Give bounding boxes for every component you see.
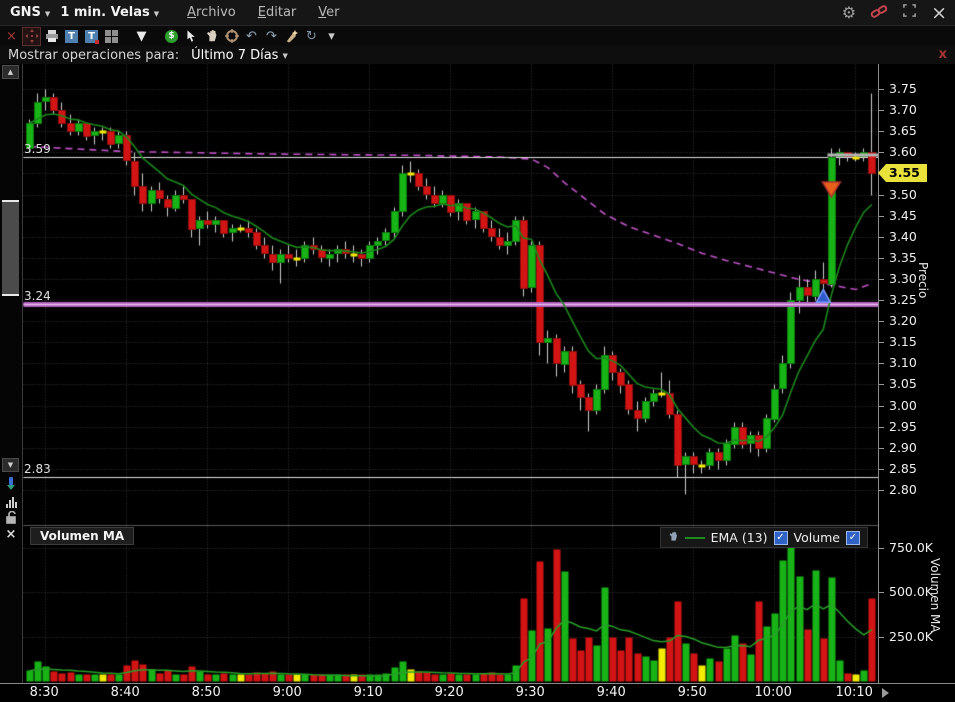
volume-tick-label: 500.0K xyxy=(879,584,933,599)
price-tick-label: 2.80 xyxy=(879,482,917,497)
time-tick-label: 9:40 xyxy=(596,685,626,700)
redo-icon[interactable]: ↷ xyxy=(263,28,280,45)
time-tick-label: 9:30 xyxy=(515,685,545,700)
hline-label-3.24: 3.24 xyxy=(24,289,51,304)
maximize-icon[interactable] xyxy=(902,3,917,22)
crosshair-target-icon[interactable] xyxy=(223,28,240,45)
chart-plot-area[interactable] xyxy=(22,64,879,683)
price-tag-arrow-icon xyxy=(878,164,886,183)
volume-tick-label: 250.0K xyxy=(879,629,933,644)
time-tick-label: 10:10 xyxy=(835,685,873,700)
time-tick-label: 9:10 xyxy=(353,685,383,700)
time-tick-label: 8:40 xyxy=(110,685,140,700)
refresh-dropdown-icon[interactable]: ▾ xyxy=(323,28,340,45)
volume-checkbox[interactable]: ✓ xyxy=(846,530,860,545)
settings-gear-icon[interactable]: ⚙ xyxy=(842,4,856,21)
timeframe-selector[interactable]: 1 min. Velas xyxy=(60,5,149,20)
legend-hand-icon[interactable] xyxy=(668,530,679,545)
price-tick-label: 3.05 xyxy=(879,376,917,391)
price-tick-label: 3.65 xyxy=(879,123,917,138)
price-alert-dollar-icon[interactable]: $ xyxy=(163,28,180,45)
pointer-tool-icon[interactable] xyxy=(183,28,200,45)
draw-dropdown-icon[interactable]: ▼ xyxy=(133,28,150,45)
paintbrush-icon[interactable] xyxy=(283,28,300,45)
symbol-selector[interactable]: GNS xyxy=(10,5,41,20)
text-note-icon[interactable]: T xyxy=(63,28,80,45)
price-tick-label: 3.45 xyxy=(879,208,917,223)
hline-label-3.59: 3.59 xyxy=(24,141,51,156)
symbol-caret-icon[interactable]: ▼ xyxy=(45,10,50,18)
volume-pane-title[interactable]: Volumen MA xyxy=(30,527,135,545)
current-price-tag: 3.55 xyxy=(878,164,927,183)
time-tick-label: 9:00 xyxy=(272,685,302,700)
time-tick-label: 8:50 xyxy=(191,685,221,700)
price-tick-label: 3.15 xyxy=(879,334,917,349)
price-tick-label: 3.35 xyxy=(879,250,917,265)
price-tag-value: 3.55 xyxy=(886,164,927,183)
time-axis: 8:30 8:40 8:50 9:00 9:10 9:20 9:30 9:40 9:50 10:0… xyxy=(0,684,955,702)
refresh-icon[interactable]: ↻ xyxy=(303,28,320,45)
menu-bar: Archivo Editar Ver xyxy=(187,5,339,20)
scroll-right-icon[interactable] xyxy=(882,688,889,698)
price-tick-label: 3.40 xyxy=(879,229,917,244)
time-tick-label: 9:50 xyxy=(677,685,707,700)
window-controls: ⚙ × xyxy=(842,3,947,23)
volume-histogram-icon[interactable] xyxy=(3,494,19,510)
filter-value-dropdown[interactable]: Último 7 Días xyxy=(191,48,278,63)
scroll-down-icon[interactable]: ▼ xyxy=(2,458,19,472)
remove-study-icon[interactable]: × xyxy=(3,28,20,45)
ema-checkbox[interactable]: ✓ xyxy=(773,530,788,545)
price-tick-label: 3.70 xyxy=(879,102,917,117)
price-tick-label: 2.90 xyxy=(879,440,917,455)
time-tick-label: 10:00 xyxy=(754,685,792,700)
filter-close-icon[interactable]: x xyxy=(939,47,947,62)
volume-legend-label: Volume xyxy=(793,530,841,545)
close-icon[interactable]: × xyxy=(931,3,947,22)
menu-ver[interactable]: Ver xyxy=(318,5,339,20)
menu-editar[interactable]: Editar xyxy=(258,5,297,20)
close-pane-icon[interactable]: × xyxy=(3,526,19,542)
volume-axis-title: Volumen MA xyxy=(928,558,942,633)
print-icon[interactable] xyxy=(43,28,60,45)
ema-legend-label: EMA (13) xyxy=(710,530,768,545)
volume-legend: EMA (13) ✓ Volume ✓ xyxy=(659,527,868,548)
price-tick-label: 3.75 xyxy=(879,81,917,96)
undo-icon[interactable]: ↶ xyxy=(243,28,260,45)
price-tick-label: 3.25 xyxy=(879,292,917,307)
time-tick-label: 8:30 xyxy=(29,685,59,700)
price-tick-label: 3.50 xyxy=(879,187,917,202)
price-tick-label: 2.85 xyxy=(879,461,917,476)
price-tick-label: 3.10 xyxy=(879,355,917,370)
price-tick-label: 3.60 xyxy=(879,144,917,159)
chart-window: GNS ▼ 1 min. Velas ▼ Archivo Editar Ver ⚙ … xyxy=(0,0,955,702)
pan-hand-tool-icon[interactable] xyxy=(203,28,220,45)
price-tick-label: 2.95 xyxy=(879,419,917,434)
ema-line-swatch xyxy=(684,536,705,539)
text-note-alert-icon[interactable]: T xyxy=(83,28,100,45)
layout-grid-icon[interactable] xyxy=(103,28,120,45)
link-icon[interactable] xyxy=(870,3,888,23)
scrollbar-thumb[interactable] xyxy=(2,200,19,296)
move-tool-icon[interactable] xyxy=(22,26,41,46)
volume-tick-label: 750.0K xyxy=(879,540,933,555)
time-tick-label: 9:20 xyxy=(434,685,464,700)
price-tick-label: 3.30 xyxy=(879,271,917,286)
title-bar: GNS ▼ 1 min. Velas ▼ Archivo Editar Ver ⚙ … xyxy=(0,0,955,26)
price-tick-label: 3.00 xyxy=(879,398,917,413)
price-axis-title: Precio xyxy=(916,262,930,299)
price-tick-label: 3.20 xyxy=(879,313,917,328)
pointer-pin-icon[interactable] xyxy=(3,475,19,491)
hline-label-2.83: 2.83 xyxy=(24,462,51,477)
filter-caret-icon[interactable]: ▼ xyxy=(282,52,287,60)
filter-label: Mostrar operaciones para: xyxy=(8,47,180,63)
scroll-up-icon[interactable]: ▲ xyxy=(2,65,19,79)
timeframe-caret-icon[interactable]: ▼ xyxy=(154,10,159,18)
menu-archivo[interactable]: Archivo xyxy=(187,5,236,20)
left-scroll-rail: ▲ ▼ × xyxy=(0,64,22,683)
drawing-toolbar: × T T ▼ $ ↶ ↷ ↻ ▾ xyxy=(0,26,955,46)
lock-icon[interactable] xyxy=(3,509,19,525)
filter-bar: Mostrar operaciones para: Último 7 Días … xyxy=(0,46,955,64)
